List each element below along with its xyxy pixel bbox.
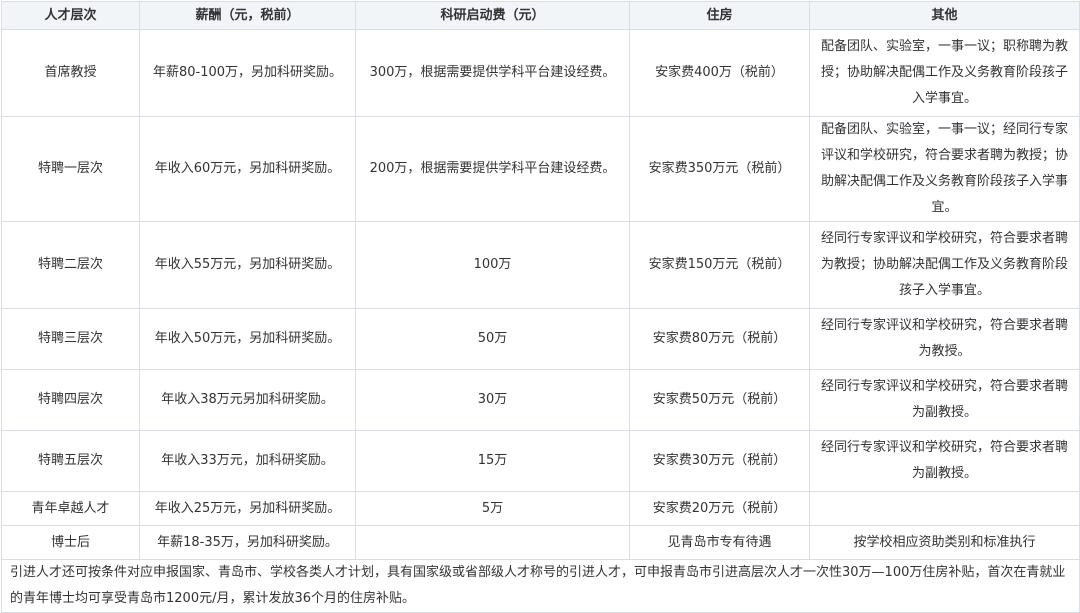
cell-salary: 年收入25万元，另加科研奖励。 — [139, 491, 356, 526]
cell-salary: 年收入55万元，另加科研奖励。 — [139, 221, 356, 309]
cell-other: 经同行专家评议和学校研究，符合要求者聘为教授。 — [809, 308, 1080, 370]
cell-other: 按学校相应资助类别和标准执行 — [809, 525, 1080, 560]
header-housing: 住房 — [629, 1, 810, 30]
cell-salary: 年收入33万元，加科研奖励。 — [139, 430, 356, 492]
table-row: 博士后 年薪18-35万，另加科研奖励。 见青岛市专有待遇 按学校相应资助类别和… — [1, 525, 1080, 560]
cell-research-fund: 30万 — [355, 369, 630, 431]
cell-salary: 年收入60万元，另加科研奖励。 — [139, 116, 356, 222]
header-level: 人才层次 — [1, 1, 140, 30]
cell-housing: 安家费350万元（税前） — [629, 116, 810, 222]
cell-research-fund: 100万 — [355, 221, 630, 309]
cell-level: 特聘二层次 — [1, 221, 140, 309]
cell-other: 经同行专家评议和学校研究，符合要求者聘为副教授。 — [809, 430, 1080, 492]
cell-housing: 安家费30万元（税前） — [629, 430, 810, 492]
table-row: 特聘五层次 年收入33万元，加科研奖励。 15万 安家费30万元（税前） 经同行… — [1, 430, 1080, 492]
cell-research-fund: 300万，根据需要提供学科平台建设经费。 — [355, 29, 630, 117]
cell-research-fund — [355, 525, 630, 560]
cell-level: 特聘五层次 — [1, 430, 140, 492]
cell-housing: 安家费400万（税前） — [629, 29, 810, 117]
cell-salary: 年薪80-100万，另加科研奖励。 — [139, 29, 356, 117]
cell-research-fund: 50万 — [355, 308, 630, 370]
cell-housing: 安家费20万元（税前） — [629, 491, 810, 526]
cell-level: 首席教授 — [1, 29, 140, 117]
table-row: 特聘四层次 年收入38万元另加科研奖励。 30万 安家费50万元（税前） 经同行… — [1, 369, 1080, 431]
table-row: 特聘三层次 年收入50万元，另加科研奖励。 50万 安家费80万元（税前） 经同… — [1, 308, 1080, 370]
cell-housing: 安家费150万元（税前） — [629, 221, 810, 309]
cell-level: 特聘四层次 — [1, 369, 140, 431]
cell-housing: 见青岛市专有待遇 — [629, 525, 810, 560]
header-research-fund: 科研启动费（元） — [355, 1, 630, 30]
table-row: 青年卓越人才 年收入25万元，另加科研奖励。 5万 安家费20万元（税前） — [1, 491, 1080, 526]
cell-research-fund: 5万 — [355, 491, 630, 526]
cell-other: 配备团队、实验室，一事一议；职称聘为教授；协助解决配偶工作及义务教育阶段孩子入学… — [809, 29, 1080, 117]
cell-salary: 年收入38万元另加科研奖励。 — [139, 369, 356, 431]
cell-level: 特聘一层次 — [1, 116, 140, 222]
cell-salary: 年薪18-35万，另加科研奖励。 — [139, 525, 356, 560]
table-row: 特聘一层次 年收入60万元，另加科研奖励。 200万，根据需要提供学科平台建设经… — [1, 116, 1080, 222]
header-other: 其他 — [809, 1, 1080, 30]
cell-level: 博士后 — [1, 525, 140, 560]
cell-level: 特聘三层次 — [1, 308, 140, 370]
cell-other — [809, 491, 1080, 526]
table-row: 特聘二层次 年收入55万元，另加科研奖励。 100万 安家费150万元（税前） … — [1, 221, 1080, 309]
policy-note: 引进人才还可按条件对应申报国家、青岛市、学校各类人才计划，具有国家级或省部级人才… — [1, 559, 1080, 613]
cell-housing: 安家费50万元（税前） — [629, 369, 810, 431]
header-row: 人才层次 薪酬（元，税前） 科研启动费（元） 住房 其他 — [1, 1, 1080, 30]
header-salary: 薪酬（元，税前） — [139, 1, 356, 30]
cell-other: 经同行专家评议和学校研究，符合要求者聘为教授；协助解决配偶工作及义务教育阶段孩子… — [809, 221, 1080, 309]
cell-research-fund: 200万，根据需要提供学科平台建设经费。 — [355, 116, 630, 222]
cell-other: 经同行专家评议和学校研究，符合要求者聘为副教授。 — [809, 369, 1080, 431]
note-row: 引进人才还可按条件对应申报国家、青岛市、学校各类人才计划，具有国家级或省部级人才… — [1, 559, 1080, 613]
cell-level: 青年卓越人才 — [1, 491, 140, 526]
cell-housing: 安家费80万元（税前） — [629, 308, 810, 370]
table-row: 首席教授 年薪80-100万，另加科研奖励。 300万，根据需要提供学科平台建设… — [1, 29, 1080, 117]
cell-other: 配备团队、实验室，一事一议；经同行专家评议和学校研究，符合要求者聘为教授；协助解… — [809, 116, 1080, 222]
talent-policy-table: 人才层次 薪酬（元，税前） 科研启动费（元） 住房 其他 首席教授 年薪80-1… — [1, 1, 1080, 613]
cell-research-fund: 15万 — [355, 430, 630, 492]
cell-salary: 年收入50万元，另加科研奖励。 — [139, 308, 356, 370]
